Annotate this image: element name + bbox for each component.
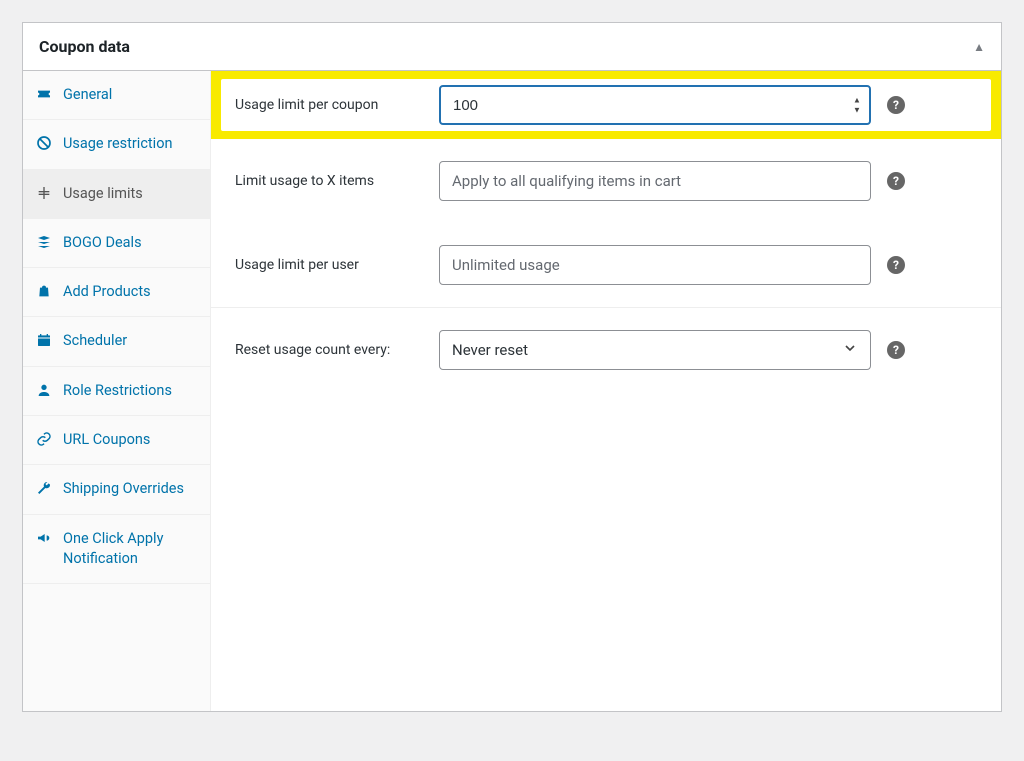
sliders-icon (35, 184, 53, 201)
sidebar-item-label: One Click Apply Notification (63, 529, 198, 570)
spinner-down-icon[interactable]: ▼ (851, 106, 863, 115)
sidebar-item-role-restrictions[interactable]: Role Restrictions (23, 367, 210, 416)
chevron-down-icon (842, 340, 858, 360)
label-reset-usage-count: Reset usage count every: (235, 342, 423, 358)
number-spinner[interactable]: ▲ ▼ (851, 96, 863, 115)
label-usage-limit-per-user: Usage limit per user (235, 257, 423, 273)
help-icon[interactable]: ? (887, 96, 905, 114)
ticket-icon (35, 85, 53, 102)
label-usage-limit-per-coupon: Usage limit per coupon (235, 97, 423, 113)
panel-title: Coupon data (39, 37, 130, 56)
sidebar-item-label: General (63, 85, 198, 105)
reset-usage-count-select[interactable]: Never reset (439, 330, 871, 370)
panel-collapse-toggle[interactable]: ▲ (973, 40, 985, 54)
highlighted-row: Usage limit per coupon ▲ ▼ ? (211, 71, 1001, 139)
sidebar-item-general[interactable]: General (23, 71, 210, 120)
placeholder-text: Apply to all qualifying items in cart (452, 172, 681, 190)
sidebar-item-label: Scheduler (63, 331, 198, 351)
sidebar-item-one-click-apply[interactable]: One Click Apply Notification (23, 515, 210, 585)
ban-icon (35, 134, 53, 151)
usage-limit-per-coupon-value[interactable] (453, 87, 833, 123)
row-usage-limit-per-coupon: Usage limit per coupon ▲ ▼ ? (221, 79, 991, 131)
sidebar-item-usage-restriction[interactable]: Usage restriction (23, 120, 210, 169)
sidebar-item-label: Usage limits (63, 184, 198, 204)
row-usage-limit-per-user: Usage limit per user Unlimited usage ? (211, 223, 1001, 307)
help-icon[interactable]: ? (887, 172, 905, 190)
usage-limits-content: Usage limit per coupon ▲ ▼ ? Limit usage… (211, 71, 1001, 711)
sidebar-item-add-products[interactable]: Add Products (23, 268, 210, 317)
coupon-sidebar: General Usage restriction Usage limits B… (23, 71, 211, 711)
row-limit-usage-to-x-items: Limit usage to X items Apply to all qual… (211, 139, 1001, 223)
stack-icon (35, 233, 53, 250)
panel-header: Coupon data ▲ (23, 23, 1001, 71)
sidebar-item-label: Add Products (63, 282, 198, 302)
megaphone-icon (35, 529, 53, 546)
select-value: Never reset (452, 341, 528, 359)
usage-limit-per-user-input[interactable]: Unlimited usage (439, 245, 871, 285)
sidebar-item-url-coupons[interactable]: URL Coupons (23, 416, 210, 465)
sidebar-item-label: Usage restriction (63, 134, 198, 154)
sidebar-item-label: BOGO Deals (63, 233, 198, 253)
help-icon[interactable]: ? (887, 256, 905, 274)
sidebar-item-bogo-deals[interactable]: BOGO Deals (23, 219, 210, 268)
usage-limit-per-coupon-input[interactable]: ▲ ▼ (439, 85, 871, 125)
link-icon (35, 430, 53, 447)
spinner-up-icon[interactable]: ▲ (851, 96, 863, 105)
sidebar-item-label: URL Coupons (63, 430, 198, 450)
placeholder-text: Unlimited usage (452, 256, 560, 274)
user-icon (35, 381, 53, 398)
sidebar-item-scheduler[interactable]: Scheduler (23, 317, 210, 366)
panel-body: General Usage restriction Usage limits B… (23, 71, 1001, 711)
wrench-icon (35, 479, 53, 496)
sidebar-item-label: Role Restrictions (63, 381, 198, 401)
sidebar-item-shipping-overrides[interactable]: Shipping Overrides (23, 465, 210, 514)
label-limit-usage-to-x-items: Limit usage to X items (235, 173, 423, 189)
calendar-icon (35, 331, 53, 348)
coupon-data-panel: Coupon data ▲ General Usage restriction (22, 22, 1002, 712)
help-icon[interactable]: ? (887, 341, 905, 359)
limit-usage-to-x-items-input[interactable]: Apply to all qualifying items in cart (439, 161, 871, 201)
bag-icon (35, 282, 53, 299)
row-reset-usage-count: Reset usage count every: Never reset ? (211, 308, 1001, 392)
sidebar-item-usage-limits[interactable]: Usage limits (23, 170, 210, 219)
sidebar-item-label: Shipping Overrides (63, 479, 198, 499)
